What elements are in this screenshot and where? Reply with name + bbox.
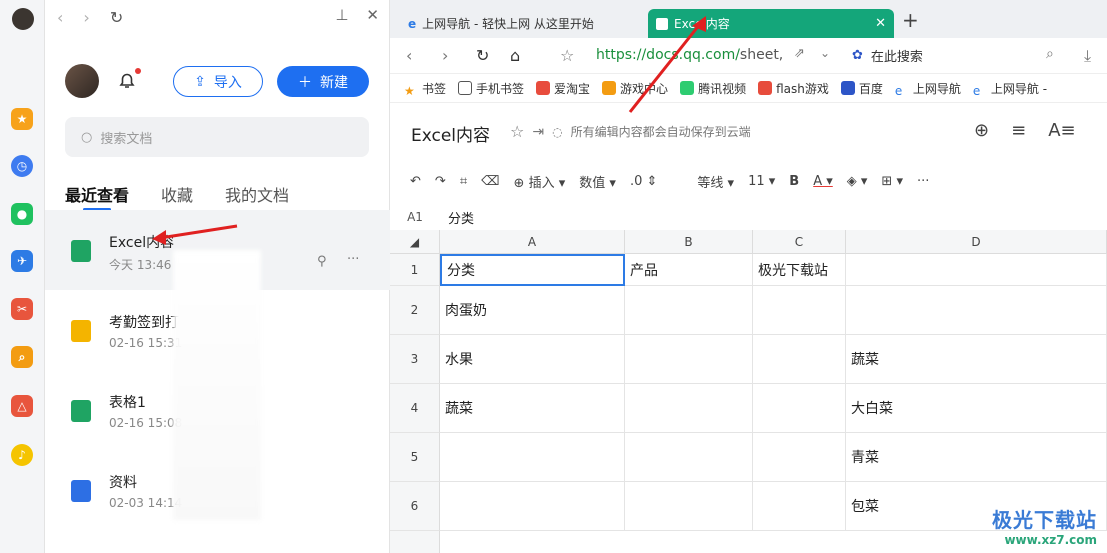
annotation-arrows	[152, 16, 706, 245]
arrow-to-tab	[628, 23, 702, 113]
arrow-to-doc	[159, 224, 238, 240]
arrow-head	[152, 230, 166, 245]
